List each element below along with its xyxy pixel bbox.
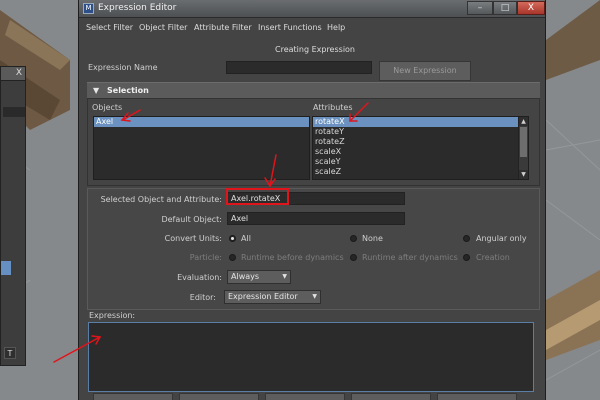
- background-panel-titlebar: X: [1, 67, 25, 81]
- evaluation-value: Always: [231, 272, 260, 281]
- objects-list[interactable]: Axel: [93, 116, 310, 180]
- particle-after-dynamics-radio[interactable]: [350, 254, 357, 261]
- selection-title: Selection: [107, 86, 149, 95]
- selected-object-attribute-label: Selected Object and Attribute:: [100, 195, 222, 204]
- default-object-label: Default Object:: [161, 215, 222, 224]
- list-item-attribute[interactable]: rotateZ: [313, 137, 528, 147]
- particle-label: Particle:: [189, 253, 222, 262]
- convert-units-all-radio[interactable]: [229, 235, 236, 242]
- list-item-attribute[interactable]: scaleY: [313, 157, 528, 167]
- attribute-details-panel: Selected Object and Attribute: Axel.rota…: [87, 188, 540, 310]
- editor-value: Expression Editor: [228, 292, 298, 301]
- menu-select-filter[interactable]: Select Filter: [86, 23, 133, 32]
- menu-bar: Select Filter Object Filter Attribute Fi…: [79, 19, 545, 35]
- evaluation-label: Evaluation:: [177, 273, 222, 282]
- window-titlebar[interactable]: M Expression Editor – □ X: [79, 0, 545, 18]
- objects-label: Objects: [92, 103, 123, 112]
- bottom-button-4[interactable]: [351, 393, 431, 400]
- scroll-up-icon[interactable]: ▲: [519, 117, 528, 126]
- tool-badge[interactable]: T: [4, 347, 16, 359]
- editor-label: Editor:: [189, 293, 216, 302]
- default-object-field[interactable]: Axel: [227, 212, 405, 225]
- menu-help[interactable]: Help: [327, 23, 345, 32]
- expression-editor-icon: M: [83, 3, 94, 14]
- chevron-down-icon: ▼: [282, 273, 287, 280]
- selection-frame-header[interactable]: ▼ Selection: [87, 82, 540, 98]
- window-title: Expression Editor: [98, 3, 177, 13]
- scroll-thumb[interactable]: [520, 127, 527, 157]
- particle-creation-label: Creation: [476, 253, 510, 262]
- annotation-highlight-box: [226, 188, 289, 205]
- collapse-arrow-icon[interactable]: ▼: [93, 86, 99, 95]
- convert-units-none-radio[interactable]: [350, 235, 357, 242]
- expression-text-area[interactable]: [88, 322, 534, 392]
- list-item-attribute[interactable]: rotateX: [313, 117, 528, 127]
- convert-units-angular-radio[interactable]: [463, 235, 470, 242]
- convert-units-angular-label: Angular only: [476, 234, 527, 243]
- list-item-object[interactable]: Axel: [94, 117, 309, 127]
- particle-before-dynamics-label: Runtime before dynamics: [241, 253, 344, 262]
- attributes-list[interactable]: rotateX rotateY rotateZ scaleX scaleY sc…: [312, 116, 529, 180]
- bottom-button-5[interactable]: [437, 393, 517, 400]
- menu-object-filter[interactable]: Object Filter: [139, 23, 187, 32]
- background-panel-selection: [1, 261, 11, 275]
- list-item-attribute[interactable]: scaleZ: [313, 167, 528, 177]
- convert-units-label: Convert Units:: [164, 234, 222, 243]
- convert-units-none-label: None: [362, 234, 383, 243]
- maximize-button[interactable]: □: [493, 1, 517, 15]
- expression-name-label: Expression Name: [88, 63, 158, 72]
- expression-label: Expression:: [89, 311, 136, 320]
- menu-insert-functions[interactable]: Insert Functions: [258, 23, 322, 32]
- mode-label: Creating Expression: [275, 45, 355, 54]
- bottom-button-1[interactable]: [93, 393, 173, 400]
- close-button[interactable]: X: [517, 1, 545, 15]
- attributes-scrollbar[interactable]: ▲ ▼: [518, 117, 528, 179]
- minimize-button[interactable]: –: [467, 1, 493, 15]
- background-panel: X T: [0, 66, 26, 366]
- menu-attribute-filter[interactable]: Attribute Filter: [194, 23, 252, 32]
- particle-creation-radio[interactable]: [463, 254, 470, 261]
- chevron-down-icon: ▼: [312, 293, 317, 300]
- bottom-button-2[interactable]: [179, 393, 259, 400]
- attributes-label: Attributes: [313, 103, 353, 112]
- list-item-attribute[interactable]: scaleX: [313, 147, 528, 157]
- expression-editor-window: M Expression Editor – □ X Select Filter …: [78, 0, 546, 400]
- selection-frame: Objects Attributes Axel rotateX rotateY …: [87, 98, 540, 186]
- close-icon[interactable]: X: [16, 68, 22, 78]
- list-item-attribute[interactable]: rotateY: [313, 127, 528, 137]
- background-panel-field: [3, 107, 25, 117]
- convert-units-all-label: All: [241, 234, 251, 243]
- expression-name-field[interactable]: [226, 61, 372, 74]
- editor-dropdown[interactable]: Expression Editor ▼: [224, 290, 321, 304]
- particle-after-dynamics-label: Runtime after dynamics: [362, 253, 458, 262]
- particle-before-dynamics-radio[interactable]: [229, 254, 236, 261]
- evaluation-dropdown[interactable]: Always ▼: [227, 270, 291, 284]
- bottom-button-3[interactable]: [265, 393, 345, 400]
- scroll-down-icon[interactable]: ▼: [519, 170, 528, 179]
- new-expression-button[interactable]: New Expression: [379, 61, 471, 81]
